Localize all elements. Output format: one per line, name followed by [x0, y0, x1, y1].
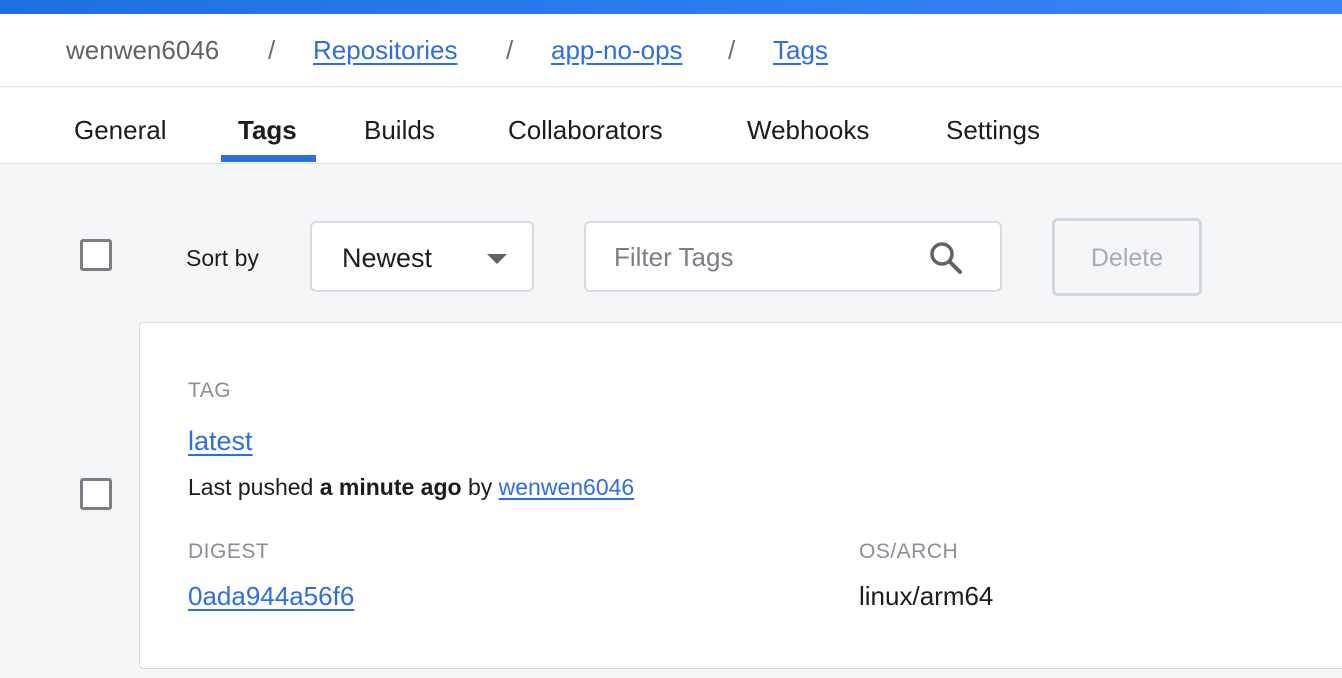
filter-tags-input[interactable]	[614, 239, 914, 275]
tab-tags[interactable]: Tags	[238, 114, 297, 146]
os-arch-label: OS/ARCH	[859, 540, 959, 563]
sort-by-label: Sort by	[186, 245, 259, 271]
tag-row-checkbox[interactable]	[80, 478, 112, 510]
breadcrumb-separator: /	[506, 35, 514, 65]
select-all-checkbox[interactable]	[80, 239, 112, 271]
tag-label: TAG	[188, 379, 232, 402]
pushed-by-user-link[interactable]: wenwen6046	[499, 474, 635, 500]
top-accent-bar	[0, 0, 1342, 14]
sort-select[interactable]: Newest	[310, 221, 534, 292]
digest-link[interactable]: 0ada944a56f6	[188, 580, 354, 612]
tab-settings[interactable]: Settings	[946, 114, 1040, 146]
search-icon[interactable]	[928, 240, 964, 276]
tab-webhooks[interactable]: Webhooks	[747, 114, 869, 146]
breadcrumb: wenwen6046 / Repositories / app-no-ops /…	[0, 14, 1342, 87]
breadcrumb-repositories-link[interactable]: Repositories	[313, 34, 458, 66]
tab-builds[interactable]: Builds	[364, 114, 435, 146]
breadcrumb-separator: /	[728, 35, 736, 65]
breadcrumb-tags-link[interactable]: Tags	[773, 34, 828, 66]
sort-select-value: Newest	[342, 243, 433, 273]
tag-card: TAG latest Last pushed a minute ago by w…	[139, 322, 1342, 669]
delete-button[interactable]: Delete	[1052, 218, 1202, 296]
last-pushed-info: Last pushed a minute ago by wenwen6046	[188, 473, 634, 501]
filter-tags-field[interactable]	[584, 221, 1002, 292]
repo-tabs: General Tags Builds Collaborators Webhoo…	[0, 88, 1342, 164]
chevron-down-icon	[487, 254, 507, 264]
pushed-time: a minute ago	[319, 474, 462, 500]
breadcrumb-repo-link[interactable]: app-no-ops	[551, 34, 683, 66]
pushed-by-word: by	[467, 474, 493, 500]
os-arch-value: linux/arm64	[859, 581, 994, 611]
breadcrumb-owner: wenwen6046	[66, 35, 220, 65]
digest-label: DIGEST	[188, 540, 270, 563]
tab-general[interactable]: General	[74, 114, 167, 146]
tab-collaborators[interactable]: Collaborators	[508, 114, 663, 146]
pushed-prefix: Last pushed	[188, 474, 314, 500]
breadcrumb-separator: /	[268, 35, 276, 65]
tag-name-link[interactable]: latest	[188, 424, 253, 458]
active-tab-indicator	[221, 155, 316, 162]
